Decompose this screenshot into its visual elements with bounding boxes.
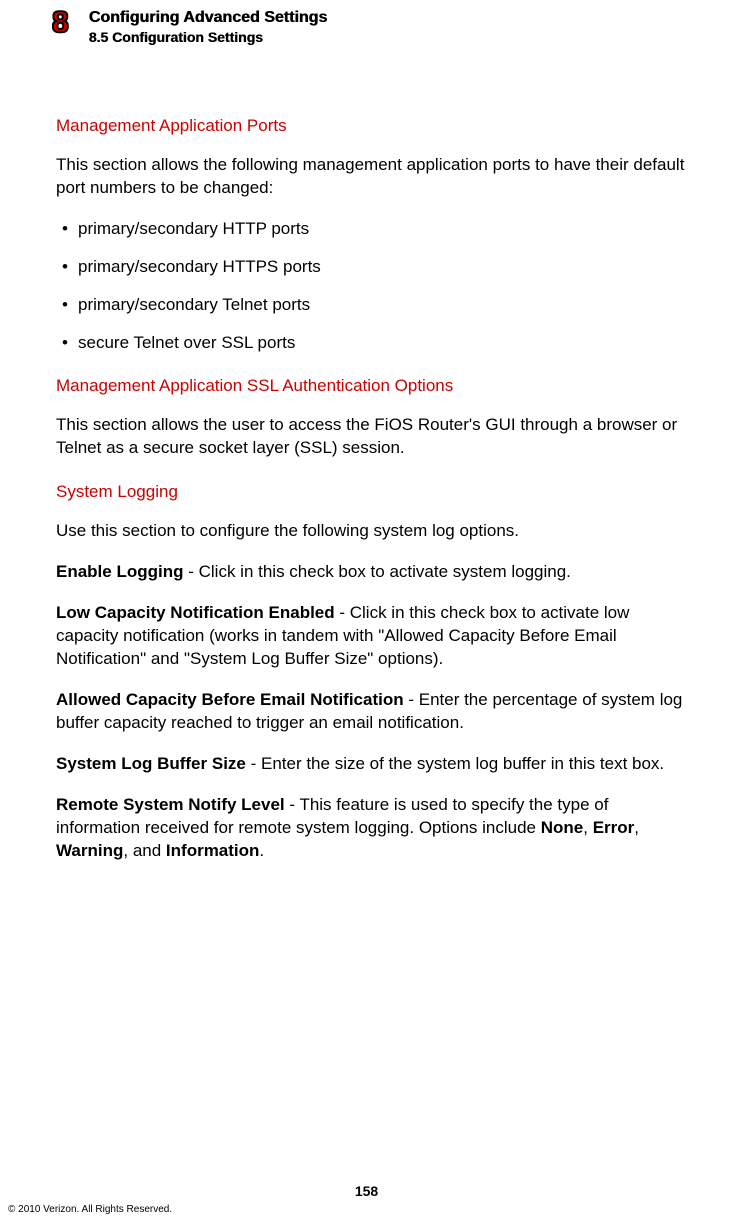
- period: .: [259, 841, 264, 860]
- text-ssl-auth: This section allows the user to access t…: [56, 414, 693, 460]
- label-enable-logging: Enable Logging: [56, 562, 184, 581]
- list-item: primary/secondary Telnet ports: [56, 294, 693, 316]
- page-number: 158: [0, 1183, 733, 1199]
- chapter-titles: Configuring Advanced Settings 8.5 Config…: [89, 8, 328, 45]
- section-label: 8.5 Configuration Settings: [89, 29, 328, 45]
- list-item: secure Telnet over SSL ports: [56, 332, 693, 354]
- page-content: Management Application Ports This sectio…: [56, 116, 693, 884]
- label-low-capacity: Low Capacity Notification Enabled: [56, 603, 335, 622]
- para-allowed-capacity: Allowed Capacity Before Email Notificati…: [56, 689, 693, 735]
- sep: ,: [583, 818, 592, 837]
- option-information: Information: [166, 841, 260, 860]
- text-enable-logging: - Click in this check box to activate sy…: [184, 562, 571, 581]
- chapter-title: Configuring Advanced Settings: [89, 8, 328, 27]
- section-sys-log: System Logging Use this section to confi…: [56, 482, 693, 862]
- list-mgmt-ports: primary/secondary HTTP ports primary/sec…: [56, 218, 693, 354]
- para-enable-logging: Enable Logging - Click in this check box…: [56, 561, 693, 584]
- text-mgmt-ports-intro: This section allows the following manage…: [56, 154, 693, 200]
- text-buffer-size: - Enter the size of the system log buffe…: [246, 754, 664, 773]
- label-buffer-size: System Log Buffer Size: [56, 754, 246, 773]
- list-item: primary/secondary HTTPS ports: [56, 256, 693, 278]
- para-low-capacity: Low Capacity Notification Enabled - Clic…: [56, 602, 693, 671]
- text-sys-log-intro: Use this section to configure the follow…: [56, 520, 693, 543]
- heading-mgmt-ports: Management Application Ports: [56, 116, 693, 136]
- option-none: None: [541, 818, 584, 837]
- copyright: © 2010 Verizon. All Rights Reserved.: [8, 1204, 172, 1215]
- para-remote-notify: Remote System Notify Level - This featur…: [56, 794, 693, 863]
- heading-ssl-auth: Management Application SSL Authenticatio…: [56, 376, 693, 396]
- list-item: primary/secondary HTTP ports: [56, 218, 693, 240]
- page-header: 8 Configuring Advanced Settings 8.5 Conf…: [52, 8, 327, 45]
- option-error: Error: [593, 818, 635, 837]
- label-allowed-capacity: Allowed Capacity Before Email Notificati…: [56, 690, 404, 709]
- section-ssl-auth: Management Application SSL Authenticatio…: [56, 376, 693, 460]
- sep: , and: [123, 841, 166, 860]
- chapter-number: 8: [52, 8, 69, 38]
- section-mgmt-ports: Management Application Ports This sectio…: [56, 116, 693, 354]
- heading-sys-log: System Logging: [56, 482, 693, 502]
- label-remote-notify: Remote System Notify Level: [56, 795, 285, 814]
- sep: ,: [634, 818, 639, 837]
- option-warning: Warning: [56, 841, 123, 860]
- para-buffer-size: System Log Buffer Size - Enter the size …: [56, 753, 693, 776]
